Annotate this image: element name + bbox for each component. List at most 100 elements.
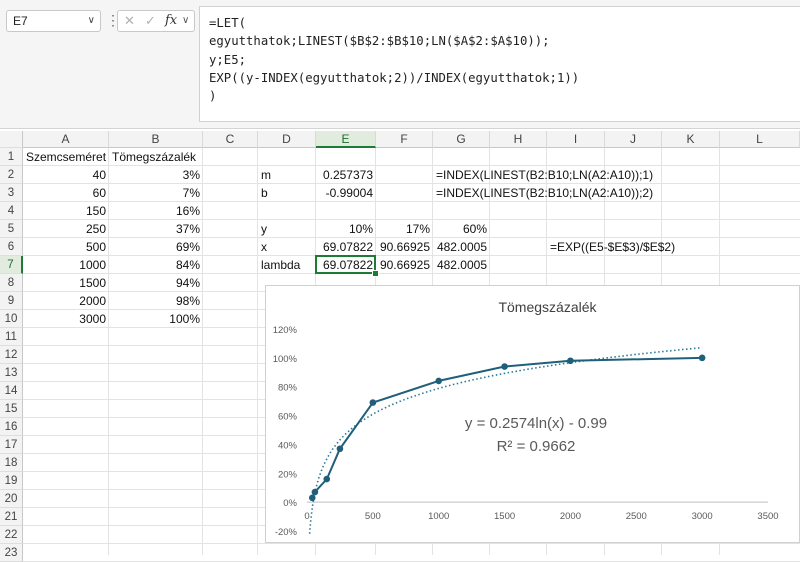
cell-i6[interactable]: =EXP((E5-$E$3)/$E$2) bbox=[547, 238, 675, 256]
row-header-6[interactable]: 6 bbox=[0, 238, 23, 256]
cell-b7[interactable]: 84% bbox=[109, 256, 203, 274]
formula-text: =LET(egyutthatok;LINEST($B$2:$B$10;LN($A… bbox=[209, 14, 579, 105]
column-header-k[interactable]: K bbox=[662, 131, 720, 148]
cell-g7[interactable]: 482.0005 bbox=[433, 256, 490, 274]
row-header-17[interactable]: 17 bbox=[0, 436, 23, 454]
row-header-21[interactable]: 21 bbox=[0, 508, 23, 526]
row-header-2[interactable]: 2 bbox=[0, 166, 23, 184]
row-header-18[interactable]: 18 bbox=[0, 454, 23, 472]
row-header-10[interactable]: 10 bbox=[0, 310, 23, 328]
chevron-down-icon[interactable]: ∨ bbox=[182, 11, 189, 31]
cell-a8[interactable]: 1500 bbox=[23, 274, 109, 292]
row-header-14[interactable]: 14 bbox=[0, 382, 23, 400]
cell-g2[interactable]: =INDEX(LINEST(B2:B10;LN(A2:A10));1) bbox=[433, 166, 653, 184]
cell-a10[interactable]: 3000 bbox=[23, 310, 109, 328]
cell-b2[interactable]: 3% bbox=[109, 166, 203, 184]
column-header-c[interactable]: C bbox=[203, 131, 258, 148]
cell-a1[interactable]: Szemcseméret bbox=[23, 148, 106, 166]
enter-icon[interactable]: ✓ bbox=[145, 11, 156, 31]
row-header-11[interactable]: 11 bbox=[0, 328, 23, 346]
row-header-15[interactable]: 15 bbox=[0, 400, 23, 418]
chart-title: Tömegszázalék bbox=[498, 299, 597, 315]
fill-handle[interactable] bbox=[372, 270, 379, 277]
row-header-16[interactable]: 16 bbox=[0, 418, 23, 436]
column-header-i[interactable]: I bbox=[547, 131, 605, 148]
cell-a6[interactable]: 500 bbox=[23, 238, 109, 256]
cell-b10[interactable]: 100% bbox=[109, 310, 203, 328]
cell-b6[interactable]: 69% bbox=[109, 238, 203, 256]
column-header-e[interactable]: E bbox=[316, 131, 376, 148]
y-tick-label: 100% bbox=[273, 354, 298, 365]
formula-line: y;E5; bbox=[209, 52, 247, 67]
formula-line: ) bbox=[209, 89, 217, 104]
y-tick-label: 60% bbox=[278, 412, 298, 423]
chart-svg: Tömegszázalék -20% 0% 20% 40% 60% 80% 100% 120% 0… bbox=[273, 299, 779, 538]
cell-g3[interactable]: =INDEX(LINEST(B2:B10;LN(A2:A10));2) bbox=[433, 184, 653, 202]
cell-e2[interactable]: 0.257373 bbox=[316, 166, 376, 184]
cell-b9[interactable]: 98% bbox=[109, 292, 203, 310]
y-tick-label: 0% bbox=[283, 498, 297, 509]
row-header-12[interactable]: 12 bbox=[0, 346, 23, 364]
name-box[interactable]: E7 ∨ bbox=[6, 10, 101, 32]
row-header-23[interactable]: 23 bbox=[0, 544, 23, 562]
cell-f5[interactable]: 17% bbox=[376, 220, 433, 238]
column-header-l[interactable]: L bbox=[720, 131, 800, 148]
gridline bbox=[257, 148, 258, 555]
select-all-corner[interactable] bbox=[0, 131, 23, 148]
cell-d2[interactable]: m bbox=[258, 166, 271, 184]
cell-d5[interactable]: y bbox=[258, 220, 267, 238]
cell-a3[interactable]: 60 bbox=[23, 184, 109, 202]
insert-function-icon[interactable]: fx bbox=[165, 11, 177, 31]
cell-d7[interactable]: lambda bbox=[258, 256, 300, 274]
row-header-8[interactable]: 8 bbox=[0, 274, 23, 292]
y-tick-label: -20% bbox=[275, 527, 298, 538]
cell-b1[interactable]: Tömegszázalék bbox=[109, 148, 196, 166]
row-header-13[interactable]: 13 bbox=[0, 364, 23, 382]
cell-f6[interactable]: 90.66925 bbox=[376, 238, 433, 256]
column-header-h[interactable]: H bbox=[490, 131, 547, 148]
cell-a7[interactable]: 1000 bbox=[23, 256, 109, 274]
row-header-3[interactable]: 3 bbox=[0, 184, 23, 202]
r-squared-label: R² = 0.9662 bbox=[497, 438, 576, 455]
column-header-a[interactable]: A bbox=[23, 131, 109, 148]
cancel-icon[interactable]: ✕ bbox=[124, 11, 135, 31]
cell-e5[interactable]: 10% bbox=[316, 220, 376, 238]
cell-a9[interactable]: 2000 bbox=[23, 292, 109, 310]
chevron-down-icon[interactable]: ∨ bbox=[88, 11, 95, 31]
cell-a5[interactable]: 250 bbox=[23, 220, 109, 238]
cell-g5[interactable]: 60% bbox=[433, 220, 490, 238]
cell-e3[interactable]: -0.99004 bbox=[316, 184, 376, 202]
y-tick-label: 120% bbox=[273, 325, 298, 336]
data-point bbox=[323, 475, 331, 483]
cell-f7[interactable]: 90.66925 bbox=[376, 256, 433, 274]
column-header-j[interactable]: J bbox=[605, 131, 662, 148]
data-point bbox=[501, 363, 508, 370]
cell-e6[interactable]: 69.07822 bbox=[316, 238, 376, 256]
row-header-20[interactable]: 20 bbox=[0, 490, 23, 508]
cell-a2[interactable]: 40 bbox=[23, 166, 109, 184]
row-header-1[interactable]: 1 bbox=[0, 148, 23, 166]
cell-b8[interactable]: 94% bbox=[109, 274, 203, 292]
row-header-22[interactable]: 22 bbox=[0, 526, 23, 544]
cell-g6[interactable]: 482.0005 bbox=[433, 238, 490, 256]
row-header-19[interactable]: 19 bbox=[0, 472, 23, 490]
cell-a4[interactable]: 150 bbox=[23, 202, 109, 220]
column-header-f[interactable]: F bbox=[376, 131, 433, 148]
column-header-b[interactable]: B bbox=[109, 131, 203, 148]
column-header-d[interactable]: D bbox=[258, 131, 316, 148]
row-header-4[interactable]: 4 bbox=[0, 202, 23, 220]
cell-d6[interactable]: x bbox=[258, 238, 267, 256]
formula-bar[interactable]: =LET(egyutthatok;LINEST($B$2:$B$10;LN($A… bbox=[199, 6, 800, 122]
cell-d3[interactable]: b bbox=[258, 184, 268, 202]
cell-b5[interactable]: 37% bbox=[109, 220, 203, 238]
chart[interactable]: Tömegszázalék -20% 0% 20% 40% 60% 80% 100% 120% 0… bbox=[265, 285, 800, 543]
data-point bbox=[311, 488, 319, 496]
cell-b3[interactable]: 7% bbox=[109, 184, 203, 202]
x-tick-label: 1000 bbox=[428, 511, 449, 522]
row-header-5[interactable]: 5 bbox=[0, 220, 23, 238]
data-point bbox=[308, 494, 316, 502]
column-header-g[interactable]: G bbox=[433, 131, 490, 148]
row-header-7[interactable]: 7 bbox=[0, 256, 23, 274]
row-header-9[interactable]: 9 bbox=[0, 292, 23, 310]
cell-b4[interactable]: 16% bbox=[109, 202, 203, 220]
